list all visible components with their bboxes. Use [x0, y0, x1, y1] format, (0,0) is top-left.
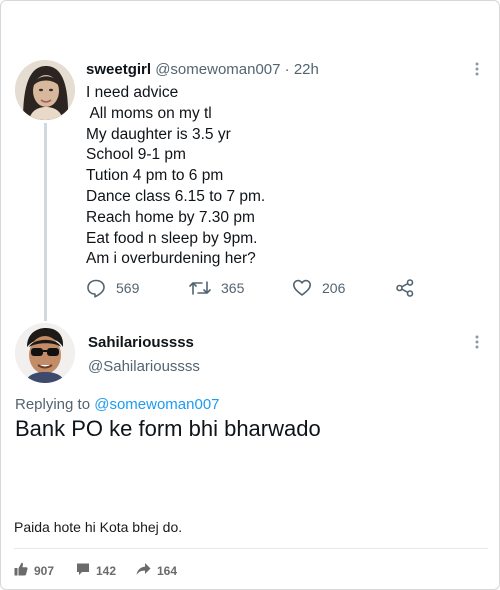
comment-icon — [76, 562, 90, 579]
divider — [14, 548, 488, 549]
tweet-line: Tution 4 pm to 6 pm — [86, 167, 224, 185]
tweet-line: Eat food n sleep by 9pm. — [86, 229, 258, 247]
upvote-button[interactable]: 907 — [14, 562, 54, 579]
share-count: 164 — [157, 563, 178, 578]
post-stats: 907 142 164 — [14, 562, 314, 578]
like-icon — [292, 278, 312, 298]
more-icon[interactable] — [471, 334, 483, 350]
retweet-count: 365 — [221, 280, 245, 296]
tweet-line: Am i overburdening her? — [86, 250, 256, 268]
comment-count: 142 — [96, 563, 117, 578]
reply-icon — [86, 278, 106, 298]
tweet-actions: 569 365 206 — [86, 278, 426, 300]
share-arrow-icon — [136, 562, 151, 579]
replying-to-link[interactable]: @somewoman007 — [94, 396, 219, 413]
tweet-line: All moms on my tl — [86, 104, 212, 122]
share-icon — [395, 278, 415, 298]
sahilarioussss-avatar[interactable] — [15, 323, 75, 383]
tweet-header: sweetgirl @somewoman007 · 22h — [86, 61, 319, 78]
thumbs-up-icon — [14, 562, 28, 579]
comments-button[interactable]: 142 — [76, 562, 116, 579]
tweet-line: My daughter is 3.5 yr — [86, 125, 231, 143]
more-icon[interactable] — [471, 61, 483, 77]
thread-line — [44, 123, 47, 321]
tweet-line: I need advice — [86, 84, 179, 101]
reply-count: 569 — [116, 280, 140, 296]
tweet-author-handle[interactable]: @somewoman007 — [155, 61, 280, 78]
like-button[interactable]: 206 — [292, 278, 345, 298]
upvote-count: 907 — [34, 563, 55, 578]
reply-button[interactable]: 569 — [86, 278, 139, 298]
shares-button[interactable]: 164 — [136, 562, 177, 579]
tweet-line: School 9-1 pm — [86, 146, 186, 164]
replying-to-line: Replying to @somewoman007 — [15, 396, 220, 413]
tweet-timestamp[interactable]: · 22h — [285, 61, 319, 78]
reply-text: Bank PO ke form bhi bharwado — [15, 416, 321, 441]
like-count: 206 — [322, 280, 346, 296]
tweet-text: I need advice All moms on my tl My daugh… — [86, 83, 265, 270]
replying-prefix: Replying to — [15, 396, 91, 413]
reply-author-name[interactable]: Sahilarioussss — [88, 334, 194, 351]
retweet-button[interactable]: 365 — [189, 278, 244, 298]
retweet-icon — [189, 278, 211, 298]
post-caption: Paida hote hi Kota bhej do. — [14, 519, 183, 535]
post-card: sweetgirl @somewoman007 · 22h I need adv… — [0, 0, 500, 590]
reply-author-handle[interactable]: @Sahilarioussss — [88, 358, 200, 375]
share-button[interactable] — [395, 278, 415, 298]
tweet-line: Reach home by 7.30 pm — [86, 208, 255, 226]
tweet-author-name[interactable]: sweetgirl — [86, 61, 151, 78]
tweet-line: Dance class 6.15 to 7 pm. — [86, 187, 266, 205]
sweetgirl-avatar[interactable] — [15, 60, 75, 120]
